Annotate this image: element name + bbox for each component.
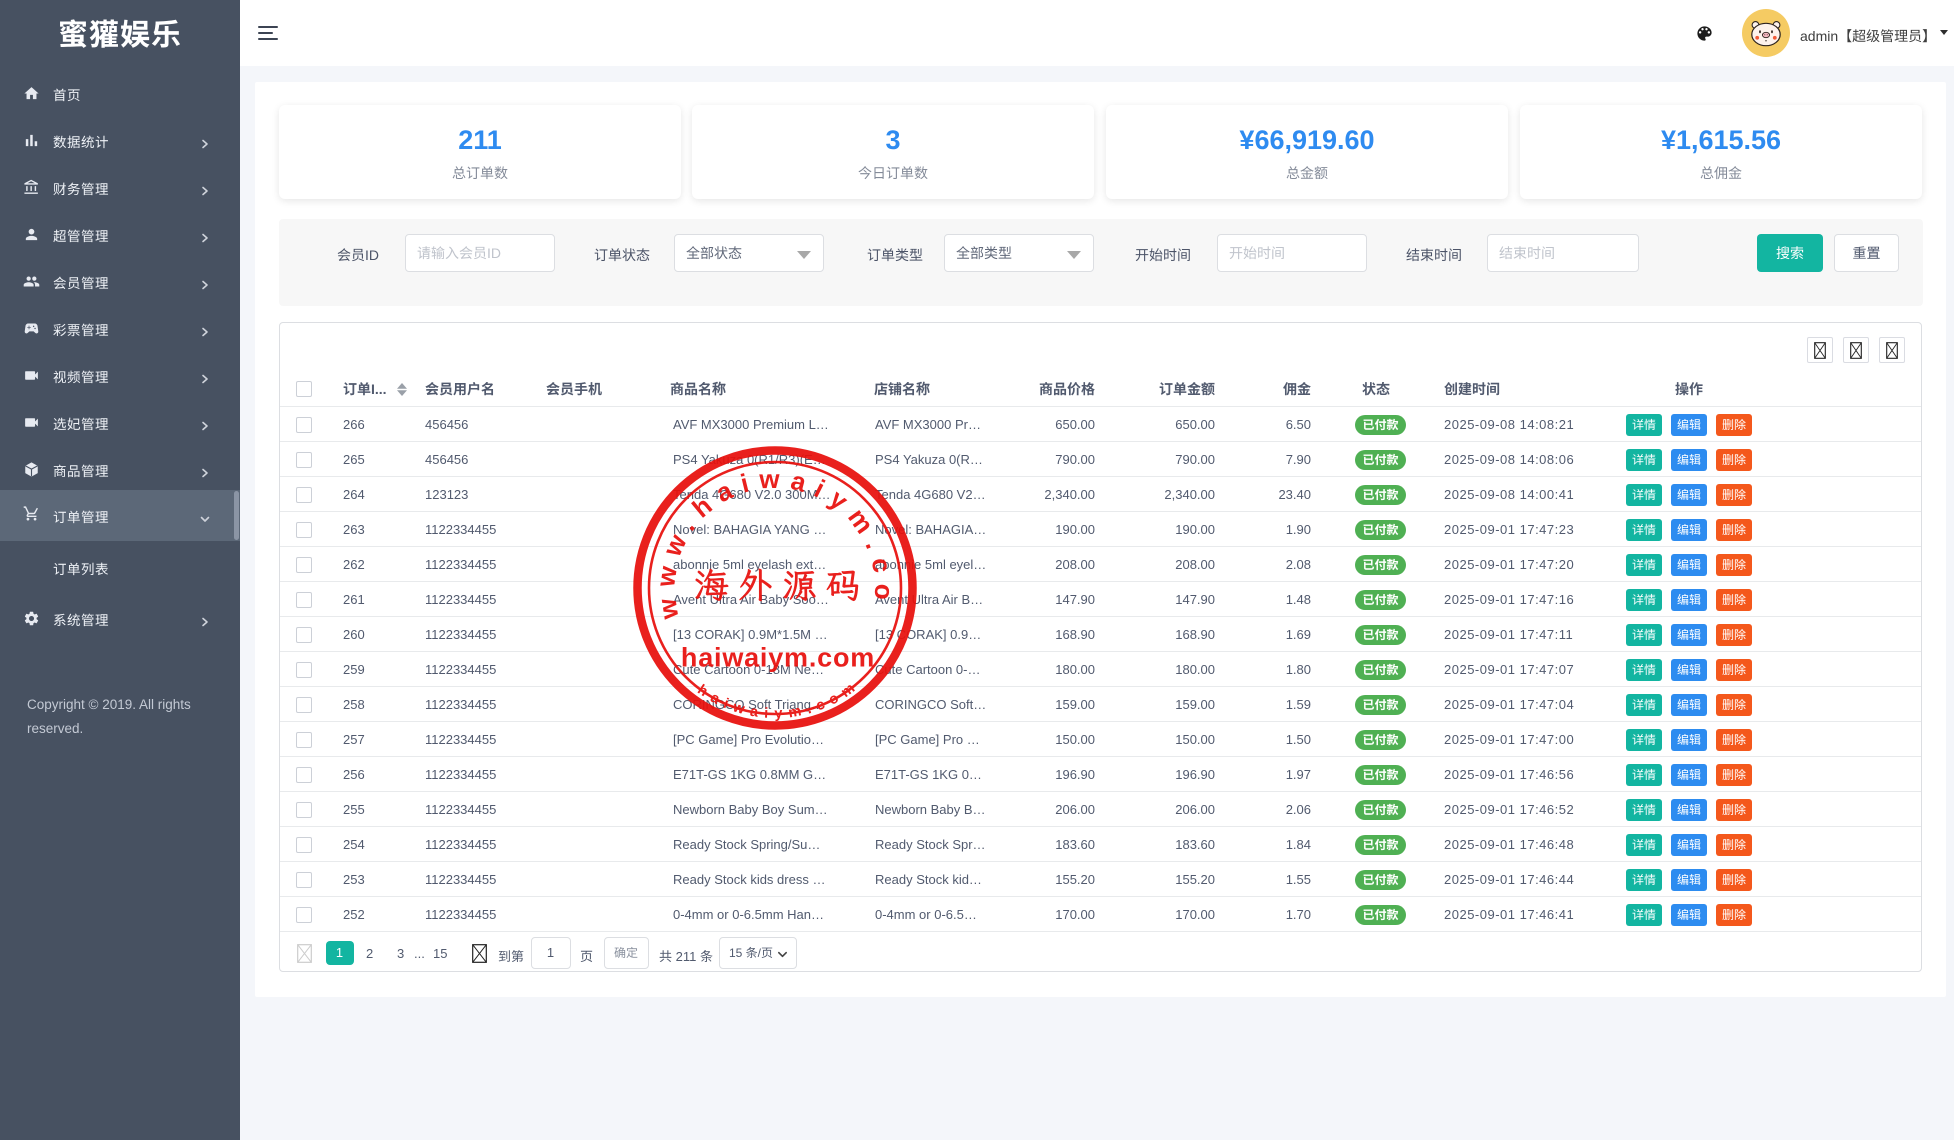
svg-text:海外源码: 海外源码 — [694, 562, 870, 608]
svg-text:haiwaiym.com: haiwaiym.com — [681, 643, 875, 673]
